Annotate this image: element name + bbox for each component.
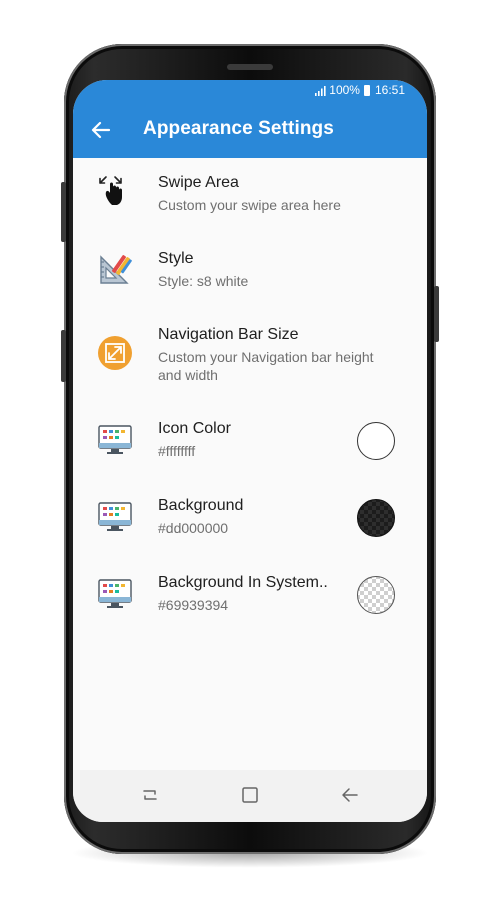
setting-subtitle: Custom your Navigation bar height and wi… [158,349,374,383]
battery-percent: 100% [329,83,360,97]
monitor-icon [98,425,132,454]
power-button [434,286,439,342]
volume-button [61,182,66,242]
resize-icon [98,336,132,370]
screen: 100% 16:51 Appearance Settings Swipe Are… [73,80,427,822]
setting-background-in-system[interactable]: Background In System.. #69939394 [73,558,427,635]
page-title: Appearance Settings [143,118,334,139]
monitor-icon [98,579,132,608]
setting-title: Icon Color [158,420,231,437]
status-bar: 100% 16:51 [73,80,427,102]
color-swatch-black[interactable] [357,499,395,537]
home-icon[interactable] [239,784,261,806]
setting-title: Style [158,250,194,267]
setting-swipe-area[interactable]: Swipe Area Custom your swipe area here [73,158,427,234]
signal-icon [315,85,326,96]
style-ruler-icon [100,255,132,284]
earpiece-speaker [227,64,273,70]
battery-icon [363,84,370,96]
arrow-left-icon[interactable] [89,118,113,142]
swipe-hand-icon [99,176,122,205]
color-swatch-white[interactable] [357,422,395,460]
setting-icon-color[interactable]: Icon Color #ffffffff [73,404,427,481]
setting-navigation-bar-size[interactable]: Navigation Bar Size Custom your Navigati… [73,310,427,404]
recent-apps-icon[interactable] [139,784,161,806]
app-toolbar: Appearance Settings [73,102,427,158]
status-group: 100% 16:51 [314,83,405,97]
system-navigation-bar [73,770,427,822]
back-icon[interactable] [339,784,361,806]
setting-subtitle: Style: s8 white [158,273,249,289]
setting-title: Background [158,497,244,514]
setting-style[interactable]: Style Style: s8 white [73,234,427,310]
clock: 16:51 [374,83,405,97]
bixby-button [61,330,66,382]
setting-subtitle: Custom your swipe area here [158,197,341,213]
color-swatch-transparent[interactable] [357,576,395,614]
setting-background[interactable]: Background #dd000000 [73,481,427,558]
setting-title: Background In System.. [158,574,328,591]
setting-title: Navigation Bar Size [158,326,299,343]
monitor-icon [98,502,132,531]
stage: 100% 16:51 Appearance Settings Swipe Are… [0,0,500,900]
setting-title: Swipe Area [158,174,239,191]
